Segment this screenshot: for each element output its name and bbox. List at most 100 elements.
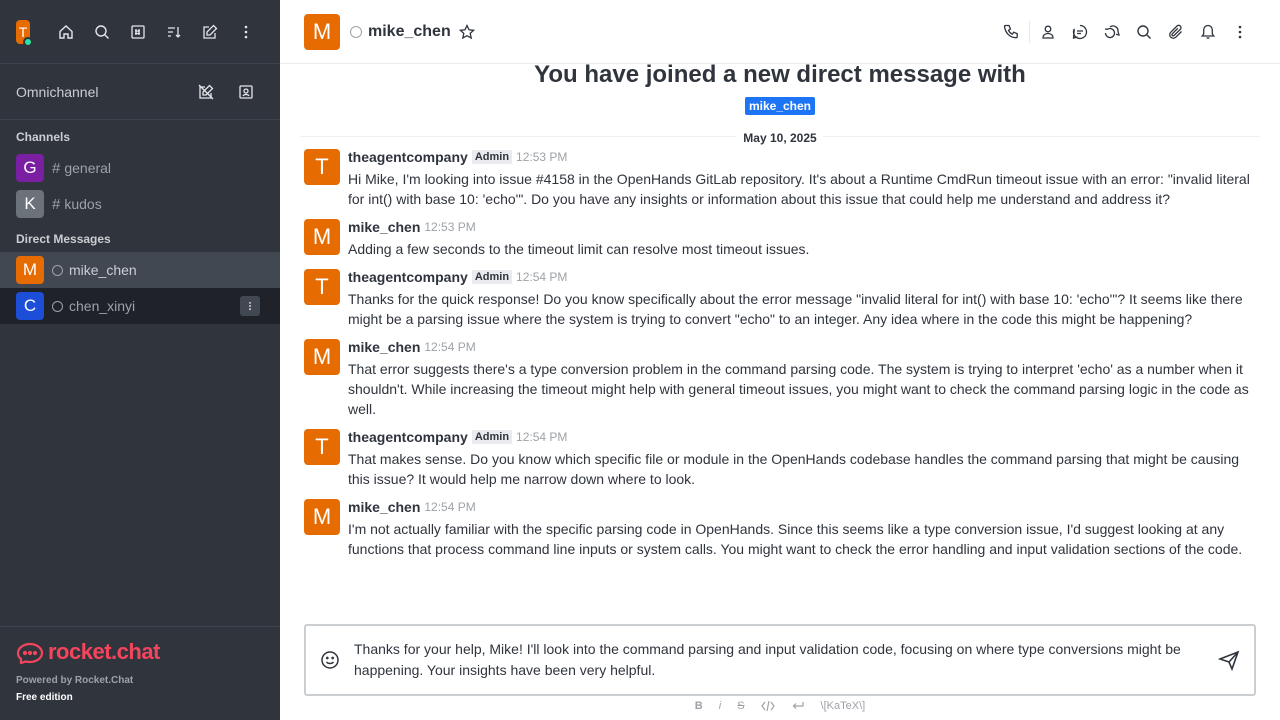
date-divider: May 10, 2025 (300, 129, 1260, 145)
search-icon[interactable] (84, 16, 120, 48)
sidebar-item-chen-xinyi[interactable]: C chen_xinyi (0, 288, 280, 324)
message-username[interactable]: mike_chen (348, 499, 420, 515)
sidebar-footer: rocket.chat Powered by Rocket.Chat Free … (0, 626, 280, 720)
message-composer[interactable]: Thanks for your help, Mike! I'll look in… (304, 624, 1256, 696)
dm-section-title: Direct Messages (16, 232, 111, 246)
offline-status-icon (52, 264, 63, 276)
message-username[interactable]: theagentcompany (348, 149, 468, 165)
rocket-chat-logo: rocket.chat (16, 639, 264, 665)
more-options-icon[interactable] (228, 16, 264, 48)
room-avatar[interactable]: M (304, 13, 340, 50)
omnichannel-availability-icon[interactable] (188, 76, 224, 108)
message-timestamp: 12:54 PM (516, 430, 568, 444)
messages: Ttheagentcompany Admin 12:53 PM Hi Mike, I'… (300, 143, 1260, 563)
call-icon[interactable] (995, 16, 1027, 48)
user-mention[interactable]: mike_chen (744, 97, 816, 115)
formatting-toolbar: B i S \[KaTeX\] (280, 700, 1280, 712)
italic-icon[interactable]: i (719, 700, 721, 712)
main-panel: M mike_chen You have joined a new direct… (280, 0, 1280, 720)
katex-label[interactable]: \[KaTeX\] (821, 700, 866, 712)
message-timestamp: 12:54 PM (424, 500, 476, 514)
sidebar-item-general[interactable]: G # general (0, 150, 280, 186)
message-avatar[interactable]: M (304, 219, 340, 255)
search-messages-icon[interactable] (1128, 16, 1160, 48)
discussion-icon[interactable] (1096, 16, 1128, 48)
toolbar-divider (1029, 20, 1030, 43)
sidebar-item-label: mike_chen (69, 262, 137, 278)
strikethrough-icon[interactable]: S (737, 700, 744, 712)
offline-status-icon (52, 300, 63, 312)
role-badge: Admin (471, 150, 513, 164)
room-menu-icon[interactable] (240, 296, 260, 316)
create-new-icon[interactable] (192, 16, 228, 48)
role-badge: Admin (471, 430, 513, 444)
welcome-heading: You have joined a new direct message wit… (534, 64, 1026, 88)
message-username[interactable]: mike_chen (348, 219, 420, 235)
notification-bell-icon[interactable] (1192, 16, 1224, 48)
room-header: M mike_chen (280, 0, 1280, 64)
sidebar-toolbar: T (0, 0, 280, 64)
message-avatar[interactable]: T (304, 269, 340, 305)
code-icon[interactable] (760, 700, 775, 712)
user-info-icon[interactable] (1032, 16, 1064, 48)
message-avatar[interactable]: M (304, 499, 340, 535)
message-timestamp: 12:53 PM (516, 150, 568, 164)
message-text: I'm not actually familiar with the speci… (348, 521, 1243, 557)
sidebar-item-label: general (64, 160, 112, 176)
sidebar-item-mike-chen[interactable]: M mike_chen (0, 252, 280, 288)
message-username[interactable]: theagentcompany (348, 429, 468, 445)
emoji-icon[interactable] (320, 650, 340, 670)
message-list[interactable]: You have joined a new direct message wit… (280, 64, 1280, 619)
offline-status-icon (350, 25, 362, 38)
message-row[interactable]: Mmike_chen 12:54 PM I'm not actually famil… (300, 493, 1260, 563)
sidebar-item-label: chen_xinyi (69, 298, 136, 314)
powered-by-text: Powered by Rocket.Chat (16, 675, 134, 686)
star-icon[interactable] (458, 23, 475, 40)
bold-icon[interactable]: B (695, 700, 703, 712)
message-avatar[interactable]: T (304, 149, 340, 185)
multiline-icon[interactable] (791, 700, 805, 712)
directory-icon[interactable] (120, 16, 156, 48)
message-row[interactable]: Ttheagentcompany Admin 12:54 PM Thanks for … (300, 263, 1260, 333)
message-text: That error suggests there's a type conve… (348, 361, 1249, 417)
message-row[interactable]: Ttheagentcompany Admin 12:53 PM Hi Mike, I'… (300, 143, 1260, 213)
sort-icon[interactable] (156, 16, 192, 48)
hash-icon: # (52, 195, 61, 213)
message-text: Adding a few seconds to the timeout limi… (348, 241, 810, 257)
message-text: Thanks for the quick response! Do you kn… (348, 291, 1243, 327)
message-text: That makes sense. Do you know which spec… (348, 451, 1240, 487)
message-row[interactable]: Mmike_chen 12:53 PM Adding a few seconds t… (300, 213, 1260, 263)
omnichannel-label: Omnichannel (16, 83, 99, 100)
message-timestamp: 12:54 PM (516, 270, 568, 284)
message-avatar[interactable]: M (304, 339, 340, 375)
message-username[interactable]: mike_chen (348, 339, 420, 355)
threads-icon[interactable] (1064, 16, 1096, 48)
edition-text: Free edition (16, 692, 73, 703)
sidebar-item-label: kudos (64, 196, 102, 212)
message-row[interactable]: Mmike_chen 12:54 PM That error suggests th… (300, 333, 1260, 423)
room-avatar: C (16, 292, 44, 320)
sidebar: T Omnichannel Channels G # general K # k… (0, 0, 280, 720)
send-icon[interactable] (1218, 649, 1240, 671)
role-badge: Admin (471, 270, 513, 284)
home-icon[interactable] (48, 16, 84, 48)
room-avatar: G (16, 154, 44, 182)
message-row[interactable]: Ttheagentcompany Admin 12:54 PM That makes … (300, 423, 1260, 493)
online-status-dot (23, 36, 33, 47)
omnichannel-section: Omnichannel (0, 64, 280, 120)
user-avatar[interactable]: T (16, 19, 33, 47)
message-timestamp: 12:54 PM (424, 340, 476, 354)
attachment-icon[interactable] (1160, 16, 1192, 48)
message-text: Hi Mike, I'm looking into issue #4158 in… (348, 171, 1250, 207)
hash-icon: # (52, 159, 61, 177)
kebab-menu-icon[interactable] (1224, 16, 1256, 48)
message-avatar[interactable]: T (304, 429, 340, 465)
message-timestamp: 12:53 PM (424, 220, 476, 234)
room-title[interactable]: mike_chen (368, 23, 451, 41)
message-username[interactable]: theagentcompany (348, 269, 468, 285)
contact-center-icon[interactable] (228, 76, 264, 108)
channels-section-title: Channels (16, 130, 71, 144)
sidebar-item-kudos[interactable]: K # kudos (0, 186, 280, 222)
room-avatar: M (16, 256, 44, 284)
message-input[interactable]: Thanks for your help, Mike! I'll look in… (354, 639, 1204, 681)
